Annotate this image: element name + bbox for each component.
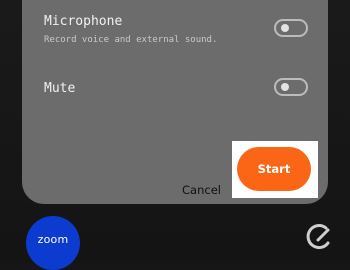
g-logo-icon (306, 224, 330, 250)
option-row-mute[interactable]: Mute (44, 78, 308, 97)
zoom-app-icon[interactable]: zoom (26, 216, 80, 270)
option-title: Microphone (44, 14, 123, 29)
option-row-microphone[interactable]: Microphone Record voice and external sou… (44, 14, 308, 46)
zoom-app-label: zoom (37, 232, 69, 246)
option-subtitle: Record voice and external sound. (44, 35, 218, 45)
start-button[interactable]: Start (237, 147, 311, 191)
start-button-highlight: Start (232, 141, 318, 198)
option-title: Mute (44, 81, 76, 96)
microphone-toggle[interactable] (274, 19, 308, 37)
toggle-knob (281, 24, 289, 32)
cancel-button[interactable]: Cancel (182, 183, 221, 197)
mute-toggle[interactable] (274, 78, 308, 96)
toggle-knob (281, 83, 289, 91)
